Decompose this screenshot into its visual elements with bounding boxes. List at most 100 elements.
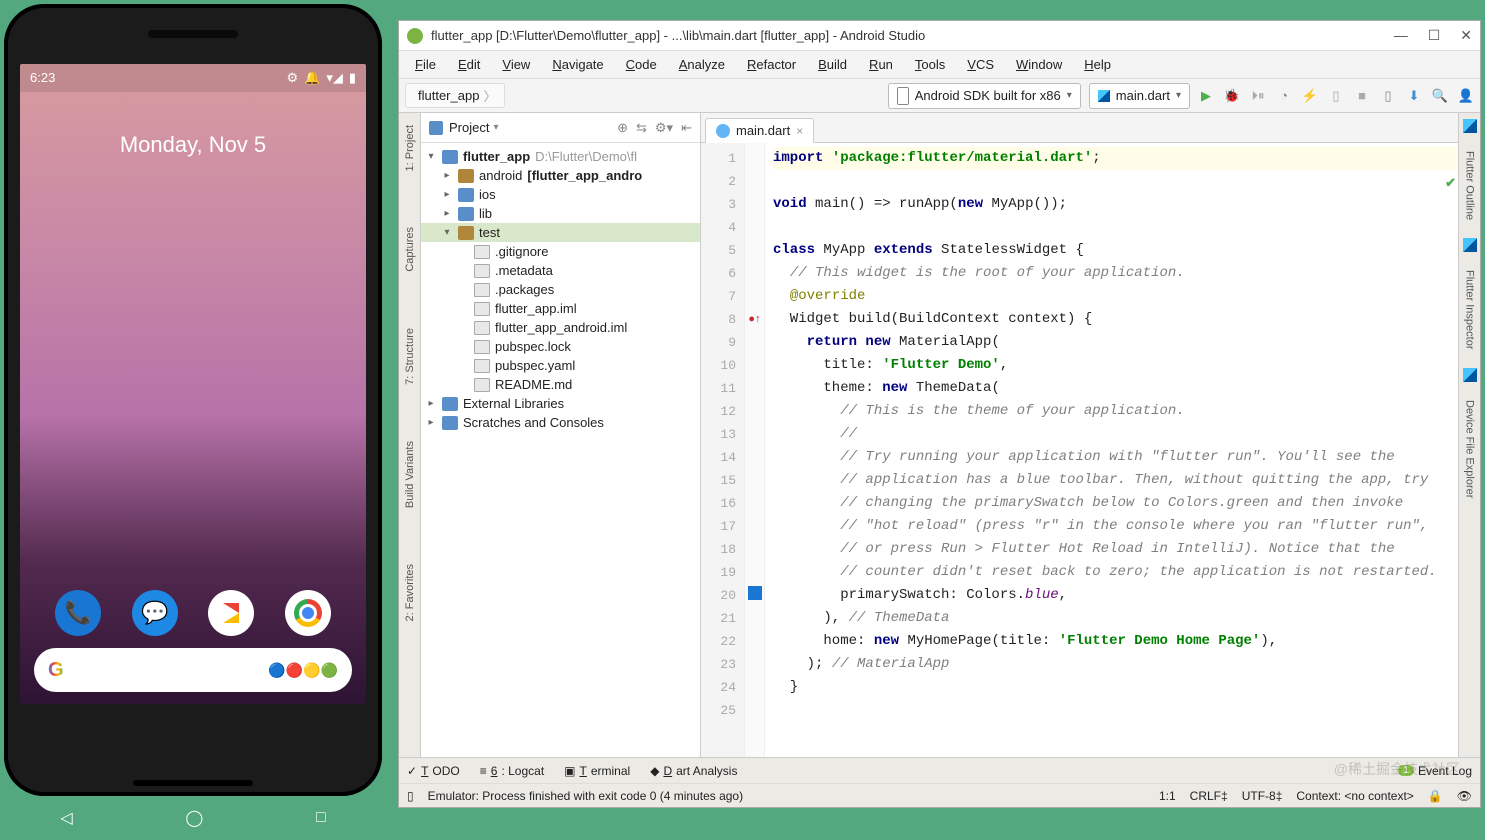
run-button[interactable]: ▶ <box>1198 88 1214 104</box>
right-tab-flutterinspector[interactable]: Flutter Inspector <box>1464 264 1476 355</box>
app-dock: 📞 💬 <box>20 590 366 636</box>
tree-item-READMEmd[interactable]: README.md <box>421 375 700 394</box>
run-config-selector[interactable]: main.dart ▾ <box>1089 83 1190 109</box>
window-titlebar: flutter_app [D:\Flutter\Demo\flutter_app… <box>399 21 1480 51</box>
tree-item-android[interactable]: ▸ android [flutter_app_andro <box>421 166 700 185</box>
menu-window[interactable]: Window <box>1006 55 1072 74</box>
left-tab-structure[interactable]: 7: Structure <box>404 320 416 393</box>
phone-app-icon[interactable]: 📞 <box>55 590 101 636</box>
scroll-to-source-icon[interactable]: ⊕ <box>617 120 628 136</box>
bottom-tab-logcat[interactable]: ≡ 6: Logcat <box>480 764 544 778</box>
window-title: flutter_app [D:\Flutter\Demo\flutter_app… <box>431 28 1386 43</box>
tree-scratches[interactable]: ▸ Scratches and Consoles <box>421 413 700 432</box>
close-button[interactable]: ✕ <box>1460 27 1472 44</box>
play-store-icon[interactable] <box>208 590 254 636</box>
line-separator[interactable]: CRLF‡ <box>1190 789 1228 803</box>
tree-item-flutterappiml[interactable]: flutter_app.iml <box>421 299 700 318</box>
minimize-button[interactable]: — <box>1394 27 1408 44</box>
nav-back[interactable]: ◁ <box>60 808 72 828</box>
profile-button[interactable]: ⏵⏸ <box>1250 88 1266 104</box>
breadcrumb-text: flutter_app <box>418 88 479 103</box>
context-label[interactable]: Context: <no context> <box>1296 789 1413 803</box>
close-tab-icon[interactable]: × <box>796 124 803 138</box>
left-tool-strip: 1: Project Captures 7: Structure Build Vari… <box>399 113 421 757</box>
tree-root[interactable]: ▾ flutter_app D:\Flutter\Demo\fl <box>421 147 700 166</box>
attach-button[interactable]: ▯ <box>1328 88 1344 104</box>
tree-item-flutterappandroidiml[interactable]: flutter_app_android.iml <box>421 318 700 337</box>
goto-icon[interactable]: 🔒 <box>1428 789 1443 803</box>
menu-view[interactable]: View <box>492 55 540 74</box>
code-content[interactable]: import 'package:flutter/material.dart'; … <box>765 143 1458 757</box>
menu-help[interactable]: Help <box>1074 55 1121 74</box>
tree-item-lib[interactable]: ▸ lib <box>421 204 700 223</box>
phone-screen[interactable]: 6:23 ⚙🔔▾◢▮ Monday, Nov 5 📞 💬 G 🔵🔴🟡🟢 <box>20 64 366 704</box>
menu-edit[interactable]: Edit <box>448 55 490 74</box>
left-tab-project[interactable]: 1: Project <box>404 117 416 179</box>
right-tab-devicefileexplorer[interactable]: Device File Explorer <box>1464 394 1476 504</box>
stop-button[interactable]: ■ <box>1354 88 1370 104</box>
bell-icon: 🔔 <box>304 70 320 86</box>
google-search-bar[interactable]: G 🔵🔴🟡🟢 <box>34 648 352 692</box>
home-date: Monday, Nov 5 <box>20 132 366 158</box>
status-time: 6:23 <box>30 70 55 86</box>
device-selector[interactable]: Android SDK built for x86 ▾ <box>888 83 1081 109</box>
avd-button[interactable]: ▯ <box>1380 88 1396 104</box>
right-tab-flutteroutline[interactable]: Flutter Outline <box>1464 145 1476 226</box>
status-message: Emulator: Process finished with exit cod… <box>428 789 1145 803</box>
menu-analyze[interactable]: Analyze <box>669 55 735 74</box>
coverage-button[interactable]: ◔ <box>1276 88 1292 104</box>
search-icon[interactable]: 🔍 <box>1432 88 1448 104</box>
project-view-selector[interactable]: Project ▾ <box>449 120 499 135</box>
tree-item-pubspeclock[interactable]: pubspec.lock <box>421 337 700 356</box>
tree-item-packages[interactable]: .packages <box>421 280 700 299</box>
menu-tools[interactable]: Tools <box>905 55 955 74</box>
left-tab-favorites[interactable]: 2: Favorites <box>404 556 416 629</box>
gear-icon[interactable]: ⚙▾ <box>655 120 673 136</box>
project-tree[interactable]: ▾ flutter_app D:\Flutter\Demo\fl▸ androi… <box>421 143 700 757</box>
tree-item-gitignore[interactable]: .gitignore <box>421 242 700 261</box>
editor-tab-main[interactable]: main.dart × <box>705 118 814 143</box>
tree-item-metadata[interactable]: .metadata <box>421 261 700 280</box>
breadcrumb[interactable]: flutter_app 〉 <box>405 83 505 108</box>
hot-reload-button[interactable]: ⚡ <box>1302 88 1318 104</box>
emulator-device: 6:23 ⚙🔔▾◢▮ Monday, Nov 5 📞 💬 G 🔵🔴🟡🟢 ◁ ◯ … <box>4 4 382 796</box>
file-encoding[interactable]: UTF-8‡ <box>1242 789 1283 803</box>
assistant-icon[interactable]: 🔵🔴🟡🟢 <box>268 662 338 679</box>
right-tool-strip: Flutter Outline Flutter Inspector Device F… <box>1458 113 1480 757</box>
bottom-tab-todo[interactable]: ✓ TODO <box>407 764 460 778</box>
maximize-button[interactable]: ☐ <box>1428 27 1441 44</box>
flutter-icon <box>1098 90 1110 102</box>
chevron-down-icon: ▾ <box>1067 90 1072 101</box>
nav-home[interactable]: ◯ <box>185 808 203 828</box>
status-icon: ▯ <box>407 789 414 803</box>
android-statusbar: 6:23 ⚙🔔▾◢▮ <box>20 64 366 92</box>
editor: main.dart × 1234567891011121314151617181… <box>701 113 1458 757</box>
left-tab-captures[interactable]: Captures <box>404 219 416 280</box>
tree-ext_lib[interactable]: ▸ External Libraries <box>421 394 700 413</box>
inspector-icon[interactable]: 👁 <box>1457 789 1472 803</box>
tree-item-pubspecyaml[interactable]: pubspec.yaml <box>421 356 700 375</box>
menu-navigate[interactable]: Navigate <box>542 55 613 74</box>
left-tab-buildvariants[interactable]: Build Variants <box>404 433 416 516</box>
chrome-app-icon[interactable] <box>285 590 331 636</box>
bottom-tab-dartanalysis[interactable]: ◆ Dart Analysis <box>650 764 737 778</box>
hide-icon[interactable]: ⇤ <box>681 120 692 136</box>
messages-app-icon[interactable]: 💬 <box>132 590 178 636</box>
chevron-down-icon: ▾ <box>1176 90 1181 101</box>
main-toolbar: flutter_app 〉 Android SDK built for x86 … <box>399 79 1480 113</box>
account-icon[interactable]: 👤 <box>1458 88 1474 104</box>
tree-item-ios[interactable]: ▸ ios <box>421 185 700 204</box>
tree-item-test[interactable]: ▾ test <box>421 223 700 242</box>
collapse-icon[interactable]: ⇆ <box>636 120 647 136</box>
bottom-tab-terminal[interactable]: ▣ Terminal <box>564 764 630 778</box>
menu-code[interactable]: Code <box>616 55 667 74</box>
menu-run[interactable]: Run <box>859 55 903 74</box>
menu-refactor[interactable]: Refactor <box>737 55 806 74</box>
menu-vcs[interactable]: VCS <box>957 55 1004 74</box>
debug-button[interactable]: 🐞 <box>1224 88 1240 104</box>
sdk-button[interactable]: ⬇ <box>1406 88 1422 104</box>
menu-build[interactable]: Build <box>808 55 857 74</box>
menu-file[interactable]: File <box>405 55 446 74</box>
flutter-icon <box>1463 238 1477 252</box>
caret-position[interactable]: 1:1 <box>1159 789 1176 803</box>
